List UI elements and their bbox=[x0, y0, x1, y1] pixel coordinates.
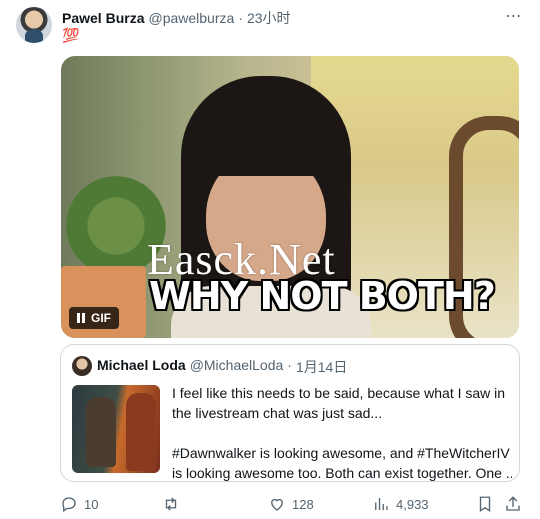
more-horizontal-icon[interactable]: ⋯ bbox=[504, 6, 524, 26]
share-button[interactable] bbox=[504, 494, 522, 514]
like-count: 128 bbox=[292, 496, 314, 512]
retweet-icon bbox=[165, 497, 177, 511]
gif-media[interactable]: Easck.Net WHY NOT BOTH? GIF bbox=[61, 56, 519, 338]
separator-dot: · bbox=[238, 10, 243, 26]
views-button[interactable]: 4,933 bbox=[372, 494, 429, 514]
quoted-text: I feel like this needs to be said, becau… bbox=[172, 383, 512, 483]
quoted-author-avatar bbox=[72, 356, 92, 376]
quoted-header: Michael Loda @MichaelLoda · 1月14日 bbox=[97, 357, 347, 377]
views-count: 4,933 bbox=[396, 496, 429, 512]
author-avatar[interactable] bbox=[16, 7, 52, 43]
quoted-text-line: is looking awesome too. Both can exist t… bbox=[172, 465, 512, 481]
tweet-actions: 10 128 4,933 bbox=[60, 494, 522, 514]
reply-icon bbox=[62, 497, 76, 513]
tweet-header: Pawel Burza @pawelburza · 23小时 ⋯ bbox=[62, 8, 524, 28]
quoted-author-name: Michael Loda bbox=[97, 357, 186, 373]
heart-icon bbox=[271, 498, 283, 511]
quoted-separator-dot: · bbox=[287, 357, 292, 373]
quoted-author-handle: @MichaelLoda bbox=[189, 357, 284, 373]
quoted-text-line: #Dawnwalker is looking awesome, and #The… bbox=[172, 445, 510, 461]
bar-chart-icon bbox=[375, 498, 388, 510]
pause-icon bbox=[77, 313, 85, 323]
quoted-text-line: the livestream chat was just sad... bbox=[172, 405, 383, 421]
tweet-text: 💯 bbox=[62, 27, 80, 43]
quoted-tweet[interactable]: Michael Loda @MichaelLoda · 1月14日 I feel… bbox=[60, 344, 520, 482]
retweet-button[interactable] bbox=[162, 494, 186, 514]
gif-badge-label: GIF bbox=[91, 311, 111, 325]
share-icon bbox=[506, 496, 520, 511]
author-name[interactable]: Pawel Burza bbox=[62, 10, 144, 26]
bookmark-button[interactable] bbox=[476, 494, 494, 514]
reply-button[interactable]: 10 bbox=[60, 494, 98, 514]
like-button[interactable]: 128 bbox=[268, 494, 314, 514]
quoted-text-line: I feel like this needs to be said, becau… bbox=[172, 385, 506, 401]
reply-count: 10 bbox=[84, 496, 99, 512]
gif-pause-badge[interactable]: GIF bbox=[69, 307, 119, 329]
tweet-time[interactable]: 23小时 bbox=[247, 8, 291, 28]
quoted-date: 1月14日 bbox=[295, 359, 348, 375]
thumbnail-figure-right bbox=[126, 393, 156, 471]
thumbnail-figure-left bbox=[86, 397, 116, 467]
quoted-media-thumbnail bbox=[72, 385, 160, 473]
author-handle[interactable]: @pawelburza bbox=[148, 10, 234, 26]
gif-caption: WHY NOT BOTH? bbox=[149, 274, 496, 318]
bookmark-icon bbox=[479, 496, 491, 513]
